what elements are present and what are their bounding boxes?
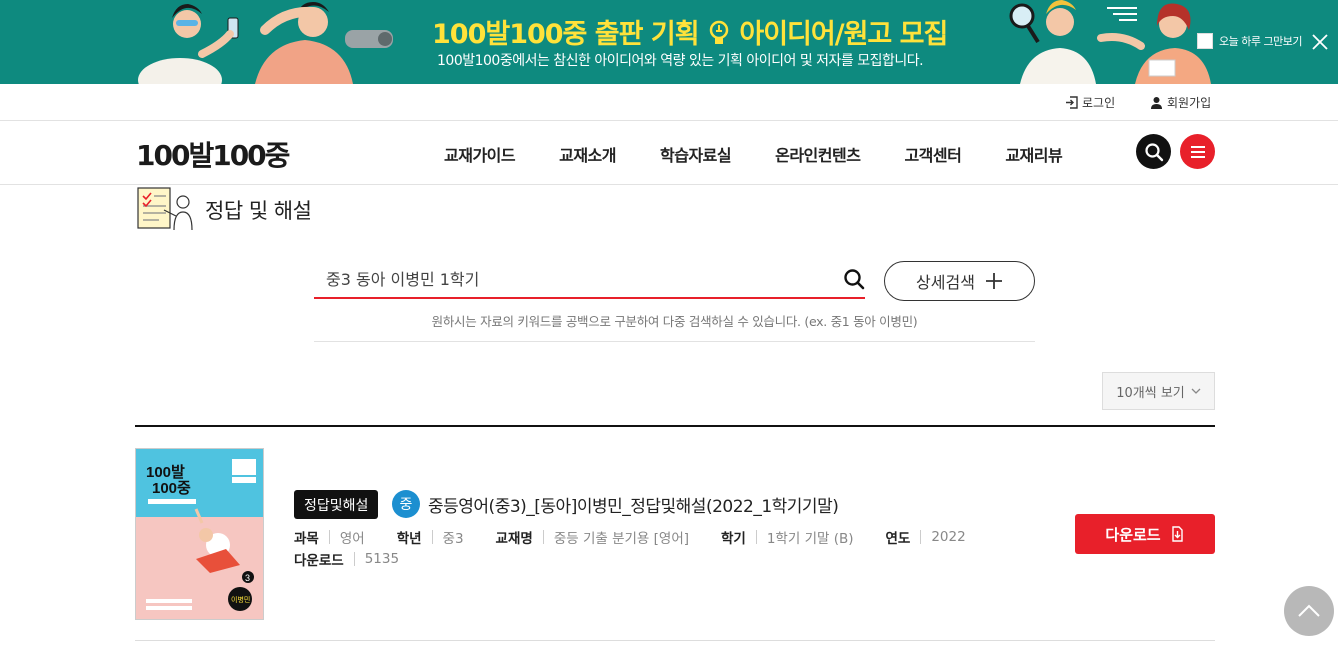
meta-separator [542,530,544,544]
plus-icon [985,273,1002,289]
chevron-up-icon [1298,604,1320,617]
advanced-search-button[interactable]: 상세검색 [884,261,1035,301]
menu-button[interactable] [1180,134,1215,169]
login-label: 로그인 [1082,96,1116,110]
meta-separator [431,530,433,544]
book-cover-art: 100발 100중 3 이병민 [136,449,263,619]
banner-illustration-magnifier [1009,0,1096,84]
meta-key-downloads: 다운로드 [294,553,344,569]
download-button[interactable]: 다운로드 [1075,514,1215,554]
header-search-button[interactable] [1136,134,1171,169]
user-icon [1151,97,1162,109]
meta-separator [920,530,922,544]
search-input[interactable] [326,268,826,287]
meta-key-subject: 과목 [294,531,319,547]
search-hint: 원하시는 자료의 키워드를 공백으로 구분하여 다중 검색하실 수 있습니다. … [431,314,918,329]
nav-item-support[interactable]: 고객센터 [904,142,961,166]
cover-author: 이병민 [231,595,250,604]
search-icon[interactable] [843,268,865,290]
per-page-label: 10개씩 보기 [1116,385,1185,401]
meta-value-subject: 영어 [339,531,365,547]
utility-bar: 로그인 회원가입 [0,84,1338,121]
hide-today-label: 오늘 하루 그만보기 [1219,35,1302,48]
item-meta-row: 과목 영어 학년 중3 교재명 중등 기출 분기용 [영어] 학기 1학기 기말… [294,527,998,547]
close-icon[interactable] [1311,33,1329,51]
meta-key-book: 교재명 [495,531,533,547]
meta-key-year: 연도 [885,531,911,547]
meta-key-semester: 학기 [721,531,746,547]
banner-illustration-binoculars [255,2,393,84]
meta-separator [353,552,355,566]
signup-link[interactable]: 회원가입 [1150,94,1211,111]
banner-subtitle: 100발100중에서는 참신한 아이디어와 역량 있는 기획 아이디어 및 저자… [437,53,924,69]
meta-value-grade: 중3 [442,531,464,547]
advanced-search-label: 상세검색 [916,273,975,292]
meta-value-book: 중등 기출 분기용 [영어] [553,531,689,547]
level-badge: 중 [392,490,420,518]
download-icon [1171,526,1183,542]
site-logo[interactable]: 100발100중 [136,134,290,174]
nav-item-books[interactable]: 교재소개 [559,142,616,166]
login-link[interactable]: 로그인 [1065,94,1115,111]
nav-item-resources[interactable]: 학습자료실 [660,142,732,166]
cover-logo-top: 100발 [146,464,185,481]
page-title: 정답 및 해설 [205,199,312,223]
hamburger-icon [1190,145,1205,158]
main-header: 100발100중 교재가이드 교재소개 학습자료실 온라인컨텐츠 고객센터 교재… [0,121,1338,185]
nav-item-guide[interactable]: 교재가이드 [444,142,516,166]
banner-illustration-left [138,4,239,84]
divider [314,341,1035,342]
login-icon [1066,96,1078,109]
meta-separator [755,530,757,544]
meta-key-grade: 학년 [396,531,422,547]
book-cover-thumbnail[interactable]: 100발 100중 3 이병민 [135,448,264,620]
main-nav: 교재가이드 교재소개 학습자료실 온라인컨텐츠 고객센터 교재리뷰 [444,142,1106,166]
chevron-down-icon [1191,388,1201,394]
cover-logo-bottom: 100중 [152,480,191,497]
item-downloads-row: 다운로드 5135 [294,549,431,569]
per-page-select[interactable]: 10개씩 보기 [1102,372,1215,410]
download-label: 다운로드 [1105,525,1161,544]
signup-label: 회원가입 [1167,96,1212,110]
hide-today-checkbox[interactable] [1197,33,1213,49]
search-icon [1144,142,1163,161]
meta-value-year: 2022 [931,529,966,545]
list-bottom-border [135,640,1215,641]
nav-item-online[interactable]: 온라인컨텐츠 [775,142,861,166]
meta-value-semester: 1학기 기말 (B) [766,531,854,547]
category-badge: 정답및해설 [294,490,379,519]
scroll-to-top-button[interactable] [1284,586,1334,636]
cover-grade-badge: 3 [245,573,250,583]
promo-banner[interactable]: 100발100중 출판 기획 아이디어/원고 모집 100발100중에서는 참신… [0,0,1338,84]
list-top-border [135,425,1215,427]
banner-title: 100발100중 출판 기획 아이디어/원고 모집 [432,19,948,50]
meta-value-downloads: 5135 [364,551,400,567]
item-title[interactable]: 중등영어(중3)_[동아]이병민_정답및해설(2022_1학기기말) [428,492,839,517]
search-box [314,260,865,299]
nav-item-review[interactable]: 교재리뷰 [1005,142,1062,166]
answer-sheet-icon [137,187,193,231]
meta-separator [328,530,330,544]
lightbulb-icon [709,20,729,44]
hide-today-option[interactable]: 오늘 하루 그만보기 [1197,33,1302,49]
